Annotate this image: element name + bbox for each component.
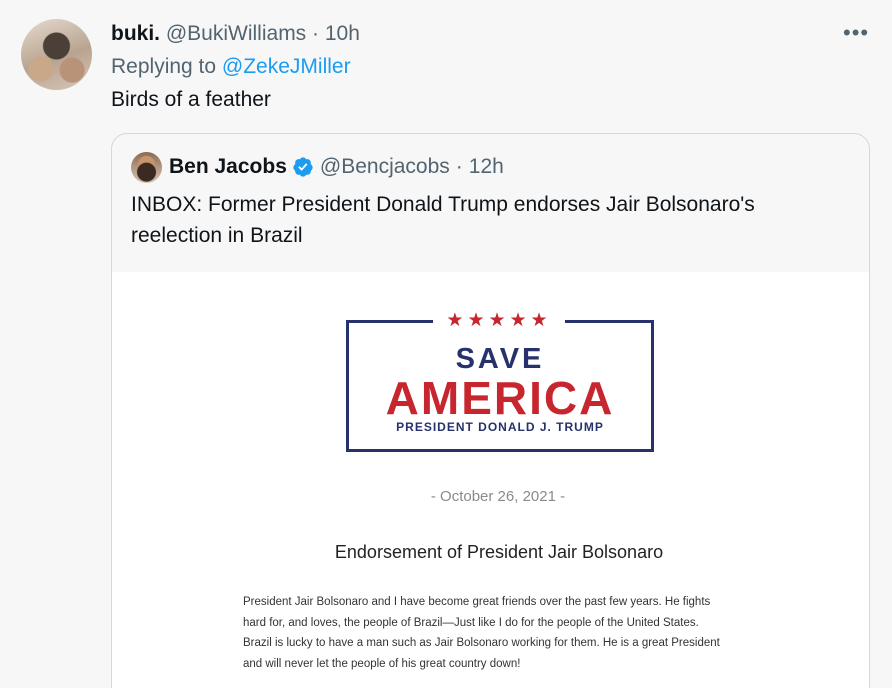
verified-badge-icon [293,157,313,177]
reply-mention-link[interactable]: @ZekeJMiller [222,55,351,78]
replying-to: Replying to @ZekeJMiller [111,55,351,79]
logo-subtitle: PRESIDENT DONALD J. TRUMP [396,420,604,434]
document-body-line: President Jair Bolsonaro and I have beco… [243,596,711,608]
document-body-line: Brazil is lucky to have a man such as Ja… [243,637,720,649]
quoted-display-name[interactable]: Ben Jacobs [169,155,287,179]
tweet-text: Birds of a feather [111,88,271,111]
logo-america-text: AMERICA [385,372,615,424]
quoted-tweet-header: Ben Jacobs @Bencjacobs · 12h [169,155,504,179]
separator-dot: · [312,22,320,45]
replying-to-label: Replying to [111,55,217,78]
quoted-tweet[interactable]: Ben Jacobs @Bencjacobs · 12h INBOX: Form… [111,133,870,688]
tweet-timestamp[interactable]: 10h [325,22,360,45]
quoted-tweet-text: INBOX: Former President Donald Trump end… [131,193,755,247]
document-body-line: and will never let the people of his gre… [243,657,521,670]
quoted-timestamp[interactable]: 12h [469,155,504,179]
document-title: Endorsement of President Jair Bolsonaro [334,542,664,562]
logo-stars: ★★★★★ [433,308,565,334]
more-options-icon[interactable]: ••• [843,20,869,46]
display-name[interactable]: buki. [111,22,160,45]
attached-image[interactable]: SAVE AMERICA PRESIDENT DONALD J. TRUMP ★… [112,272,869,688]
document-body: President Jair Bolsonaro and I have beco… [243,592,763,674]
quoted-user-handle[interactable]: @Bencjacobs [320,155,450,179]
quoted-separator-dot: · [455,155,463,178]
document-date: - October 26, 2021 - [430,488,566,505]
document-body-line: hard for, and loves, the people of Brazi… [243,616,699,629]
user-handle[interactable]: @BukiWilliams [166,22,306,45]
tweet-header: buki. @BukiWilliams · 10h [111,22,360,46]
user-avatar[interactable] [21,19,92,90]
quoted-user-avatar[interactable] [131,152,162,183]
save-america-logo: SAVE AMERICA PRESIDENT DONALD J. TRUMP [346,320,654,452]
